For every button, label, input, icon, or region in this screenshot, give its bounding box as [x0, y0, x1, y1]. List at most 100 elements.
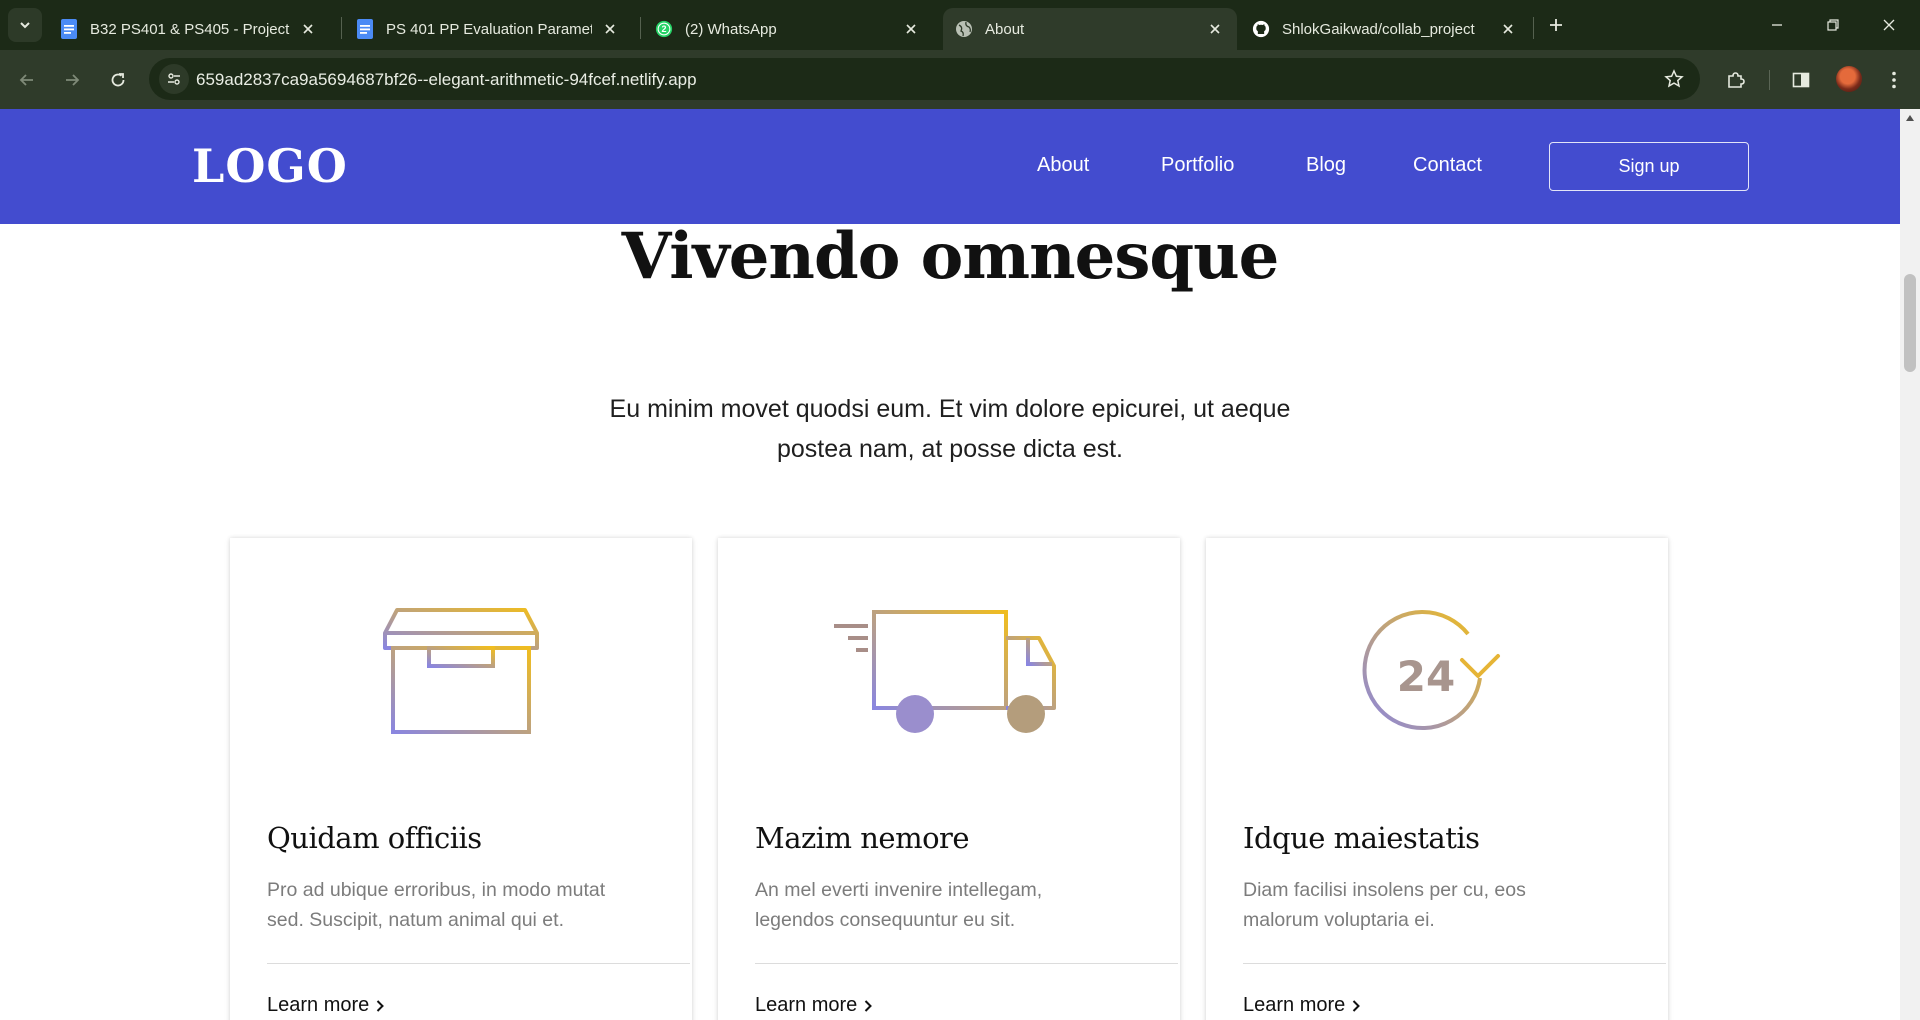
tab-title: (2) WhatsApp: [685, 20, 777, 38]
plus-icon: [1550, 19, 1562, 31]
hero-subtitle-line: postea nam, at posse dicta est.: [776, 435, 1124, 463]
card-description-line: Pro ad ubique erroribus, in modo mutat: [267, 879, 606, 901]
toolbar-divider: [1769, 70, 1770, 90]
card-divider: [1243, 963, 1666, 964]
star-icon: [1664, 69, 1684, 88]
card-description-line: sed. Suscipit, natum animal qui et.: [267, 909, 564, 931]
arrow-right-icon: [66, 74, 80, 86]
learn-more-label: Learn more: [267, 994, 370, 1016]
close-icon[interactable]: [298, 19, 318, 39]
site-logo[interactable]: LOGO: [192, 139, 348, 193]
browser-tab-strip: B32 PS401 & PS405 - Project Pr PS 401 PP…: [0, 0, 1920, 50]
page-scrollbar[interactable]: [1900, 109, 1920, 1020]
google-docs-icon: [356, 19, 374, 39]
feature-card: Quidam officiis Pro ad ubique erroribus,…: [230, 538, 692, 1020]
tune-icon: [168, 73, 180, 85]
archive-box-icon: [230, 608, 692, 738]
learn-more-link[interactable]: Learn more: [267, 994, 385, 1017]
browser-tab-2[interactable]: PS 401 PP Evaluation Parameter: [344, 8, 632, 50]
learn-more-label: Learn more: [755, 994, 858, 1016]
learn-more-link[interactable]: Learn more: [755, 994, 873, 1017]
url-text[interactable]: 659ad2837ca9a5694687bf26--elegant-arithm…: [196, 70, 697, 90]
tab-title: ShlokGaikwad/collab_project: [1282, 20, 1475, 38]
close-icon[interactable]: [600, 19, 620, 39]
feature-card: Mazim nemore An mel everti invenire inte…: [718, 538, 1180, 1020]
browser-menu-button[interactable]: [1880, 66, 1908, 94]
puzzle-icon: [1728, 72, 1745, 88]
nav-link-blog[interactable]: Blog: [1306, 154, 1346, 177]
minimize-button[interactable]: [1760, 12, 1794, 38]
nav-link-contact[interactable]: Contact: [1413, 154, 1482, 177]
side-panel-icon: [1792, 72, 1810, 88]
card-title: Idque maiestatis: [1243, 821, 1480, 855]
browser-tab-active[interactable]: About: [943, 8, 1237, 50]
card-description: Diam facilisi insolens per cu, eos malor…: [1243, 875, 1633, 935]
card-title: Quidam officiis: [267, 821, 482, 855]
learn-more-link[interactable]: Learn more: [1243, 994, 1361, 1017]
chevron-right-icon: [1351, 999, 1361, 1013]
bookmark-star-button[interactable]: [1662, 67, 1686, 91]
arrow-left-icon: [19, 74, 33, 86]
tab-title: B32 PS401 & PS405 - Project Pr: [90, 20, 290, 38]
close-icon[interactable]: [1498, 19, 1518, 39]
side-panel-button[interactable]: [1787, 66, 1815, 94]
sign-up-button[interactable]: Sign up: [1549, 142, 1749, 191]
page-viewport: LOGO About Portfolio Blog Contact Sign u…: [0, 109, 1900, 1020]
chevron-right-icon: [863, 999, 873, 1013]
scroll-up-arrow-icon[interactable]: [1906, 115, 1914, 121]
card-description-line: malorum voluptaria ei.: [1243, 909, 1435, 931]
24-hours-icon: 24: [1206, 608, 1668, 738]
restore-button[interactable]: [1816, 12, 1850, 38]
hero-subtitle: Eu minim movet quodsi eum. Et vim dolore…: [580, 389, 1320, 469]
close-icon: [1883, 19, 1895, 31]
tab-title: PS 401 PP Evaluation Parameter: [386, 20, 592, 38]
window-close-button[interactable]: [1872, 12, 1906, 38]
svg-text:2: 2: [661, 24, 666, 34]
new-tab-button[interactable]: [1542, 13, 1570, 37]
reload-button[interactable]: [103, 65, 133, 95]
forward-button[interactable]: [57, 65, 87, 95]
card-description: Pro ad ubique erroribus, in modo mutat s…: [267, 875, 657, 935]
github-icon: [1252, 20, 1270, 38]
browser-tab-1[interactable]: B32 PS401 & PS405 - Project Pr: [48, 8, 330, 50]
card-description-line: legendos consequuntur eu sit.: [755, 909, 1016, 931]
globe-icon: [955, 20, 973, 38]
browser-toolbar: 659ad2837ca9a5694687bf26--elegant-arithm…: [0, 50, 1920, 109]
delivery-truck-icon: [718, 608, 1180, 738]
site-header: LOGO About Portfolio Blog Contact Sign u…: [0, 109, 1900, 224]
page-title: Vivendo omnesque: [621, 219, 1280, 294]
restore-icon: [1827, 19, 1839, 31]
scrollbar-thumb[interactable]: [1904, 274, 1916, 372]
card-divider: [267, 963, 690, 964]
profile-avatar[interactable]: [1836, 66, 1862, 92]
card-title: Mazim nemore: [755, 821, 970, 855]
tab-separator: [640, 17, 641, 39]
tab-separator: [1533, 17, 1534, 39]
address-bar[interactable]: 659ad2837ca9a5694687bf26--elegant-arithm…: [149, 58, 1700, 100]
site-info-button[interactable]: [159, 64, 189, 94]
tab-search-button[interactable]: [8, 8, 42, 42]
hero-subtitle-line: Eu minim movet quodsi eum. Et vim dolore…: [609, 395, 1291, 423]
chevron-down-icon: [20, 22, 30, 29]
reload-icon: [111, 73, 125, 87]
tab-title: About: [985, 20, 1025, 38]
back-button[interactable]: [12, 65, 42, 95]
minimize-icon: [1772, 24, 1782, 26]
browser-tab-5[interactable]: ShlokGaikwad/collab_project: [1240, 8, 1530, 50]
google-docs-icon: [60, 19, 78, 39]
card-description: An mel everti invenire intellegam, legen…: [755, 875, 1145, 935]
nav-link-about[interactable]: About: [1037, 154, 1089, 177]
close-icon[interactable]: [901, 19, 921, 39]
card-description-line: Diam facilisi insolens per cu, eos: [1243, 879, 1526, 901]
card-description-line: An mel everti invenire intellegam,: [755, 879, 1043, 901]
tab-separator: [341, 17, 342, 39]
extensions-button[interactable]: [1722, 66, 1750, 94]
more-vert-icon: [1892, 71, 1896, 89]
browser-tab-3[interactable]: 2 (2) WhatsApp: [643, 8, 933, 50]
whatsapp-icon: 2: [655, 20, 673, 38]
nav-link-portfolio[interactable]: Portfolio: [1161, 154, 1234, 177]
close-icon[interactable]: [1205, 19, 1225, 39]
svg-text:24: 24: [1397, 652, 1455, 701]
card-divider: [755, 963, 1178, 964]
feature-card: 24 Idque maiestatis Diam facilisi insole…: [1206, 538, 1668, 1020]
